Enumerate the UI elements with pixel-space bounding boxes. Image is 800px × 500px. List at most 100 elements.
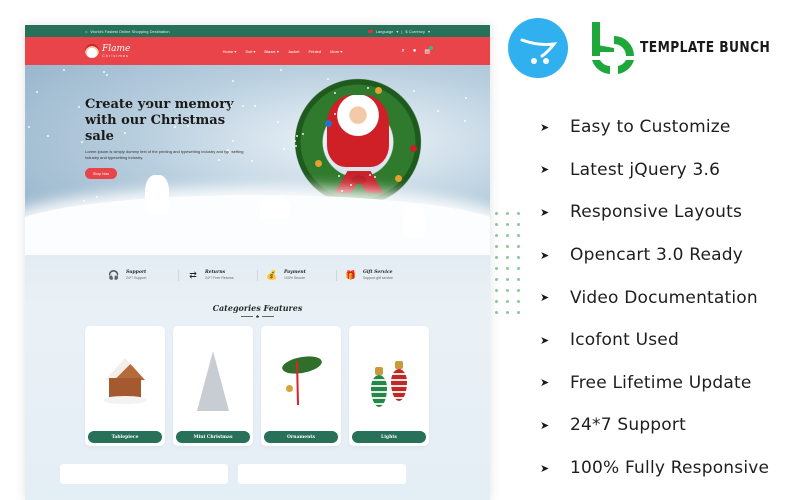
search-icon[interactable]: ⌕ xyxy=(401,48,404,55)
feature-list-item: ➤ Easy to Customize xyxy=(540,106,769,149)
snowflake xyxy=(437,110,439,112)
decorative-dot xyxy=(517,267,520,270)
cart-icon[interactable]: ▤ xyxy=(424,45,433,55)
category-button[interactable]: Ornaments xyxy=(264,431,338,443)
nav-item-jacket[interactable]: Jacket xyxy=(288,49,300,54)
snowflake xyxy=(464,120,466,122)
decorative-dot xyxy=(506,267,509,270)
arrow-icon: ➤ xyxy=(540,419,550,432)
snowflake xyxy=(251,160,253,162)
nav-item-home[interactable]: Home ▾ xyxy=(223,49,237,54)
snowflake xyxy=(124,132,126,134)
snowflake xyxy=(83,200,85,202)
decorative-dot xyxy=(506,223,509,226)
nav-item-printed[interactable]: Printed xyxy=(308,49,321,54)
decorative-dot xyxy=(495,212,498,215)
snowflake xyxy=(341,190,343,192)
category-card-ornaments[interactable]: Ornaments xyxy=(261,326,341,446)
decorative-dot xyxy=(495,289,498,292)
snowflake xyxy=(272,206,274,208)
nav-item-more[interactable]: More ▾ xyxy=(330,49,342,54)
snowflake xyxy=(187,125,189,127)
feature-text: Opencart 3.0 Ready xyxy=(570,245,744,266)
gingerbread-house-image xyxy=(97,346,153,416)
gift-icon: 🎁 xyxy=(345,269,357,280)
category-card-mini-christmas[interactable]: Mini Christmas xyxy=(173,326,253,446)
decorative-dot xyxy=(495,267,498,270)
snowflake xyxy=(294,140,296,142)
snowflake xyxy=(457,230,459,232)
snowflake xyxy=(338,175,340,177)
feature-text: Video Documentation xyxy=(570,287,758,308)
nav-item-blazer[interactable]: Blazer ▾ xyxy=(264,49,278,54)
feature-title: Gift Service xyxy=(363,270,393,275)
feature-list-item: ➤ 100% Fully Responsive xyxy=(540,447,769,490)
feature-support: 🎧 Support 24*7 Support xyxy=(100,269,179,281)
snowflake xyxy=(218,159,220,161)
snowflake xyxy=(103,233,105,235)
templatebunch-logo-icon xyxy=(592,22,634,74)
feature-list-item: ➤ Opencart 3.0 Ready xyxy=(540,234,769,277)
feature-title: Support xyxy=(126,270,147,275)
account-icon[interactable]: ● xyxy=(413,48,417,55)
brand-name: TEMPLATE BUNCH xyxy=(640,38,771,56)
decorative-dot xyxy=(517,256,520,259)
snowflake xyxy=(36,91,38,93)
snowflake xyxy=(103,71,105,73)
currency-selector[interactable]: $ Currency xyxy=(405,29,425,34)
decorative-dot xyxy=(517,289,520,292)
top-bar: ⌂ World's Fastest Online Shopping Destin… xyxy=(25,25,490,37)
ornament-ball xyxy=(375,87,382,94)
decorative-dot xyxy=(517,212,520,215)
category-button[interactable]: Mini Christmas xyxy=(176,431,250,443)
site-logo[interactable]: Flame Christmas xyxy=(85,44,195,58)
snowflake xyxy=(367,87,369,89)
decorative-dot xyxy=(517,300,520,303)
snowflake xyxy=(296,135,298,137)
decorative-dot xyxy=(506,311,509,314)
feature-title: Returns xyxy=(205,270,226,275)
feature-list-item: ➤ 24*7 Support xyxy=(540,404,769,447)
snowflake xyxy=(148,228,150,230)
arrow-icon: ➤ xyxy=(540,206,550,219)
category-card-tablepiece[interactable]: Tablepiece xyxy=(85,326,165,446)
snowflake xyxy=(374,176,376,178)
nav-item-suit[interactable]: Suit ▾ xyxy=(245,49,255,54)
tagline: World's Fastest Online Shopping Destinat… xyxy=(90,28,170,34)
category-button[interactable]: Tablepiece xyxy=(88,431,162,443)
decorative-dot xyxy=(495,223,498,226)
promo-card[interactable] xyxy=(60,464,228,484)
decorative-dot xyxy=(506,234,509,237)
decorative-dot xyxy=(495,311,498,314)
language-selector[interactable]: Language xyxy=(376,29,394,34)
category-button[interactable]: Lights xyxy=(352,431,426,443)
arrow-icon: ➤ xyxy=(540,292,550,305)
ornaments-image xyxy=(273,346,329,416)
snowflake xyxy=(146,105,148,107)
category-card-lights[interactable]: Lights xyxy=(349,326,429,446)
decorative-dot xyxy=(506,212,509,215)
feature-text: 24*7 Support xyxy=(570,415,686,436)
ornament-ball xyxy=(315,160,322,167)
feature-returns: ⇄ Returns 24*7 Free Returns xyxy=(179,269,258,281)
decorative-dot xyxy=(506,300,509,303)
promo-card[interactable] xyxy=(238,464,406,484)
opencart-logo xyxy=(508,18,568,78)
snowflake xyxy=(334,113,336,115)
feature-title: Payment xyxy=(284,270,306,275)
decorative-dot xyxy=(517,234,520,237)
main-navbar: Flame Christmas Home ▾ Suit ▾ Blazer ▾ J… xyxy=(25,37,490,65)
category-cards: Tablepiece Mini Christmas Ornaments Ligh… xyxy=(25,326,490,446)
snowflake xyxy=(88,103,90,105)
ornament-ball xyxy=(410,145,417,152)
arrow-icon: ➤ xyxy=(540,164,550,177)
snowflake xyxy=(420,230,422,232)
snowflake xyxy=(280,69,282,71)
nav-menu: Home ▾ Suit ▾ Blazer ▾ Jacket Printed Mo… xyxy=(195,49,370,54)
snowflake xyxy=(149,195,151,197)
feature-list-item: ➤ Latest jQuery 3.6 xyxy=(540,149,769,192)
snowflake xyxy=(28,126,30,128)
feature-sub: 100% Secure xyxy=(284,276,306,280)
snowflake xyxy=(96,196,98,198)
shop-now-button[interactable]: Shop Now xyxy=(85,168,117,179)
